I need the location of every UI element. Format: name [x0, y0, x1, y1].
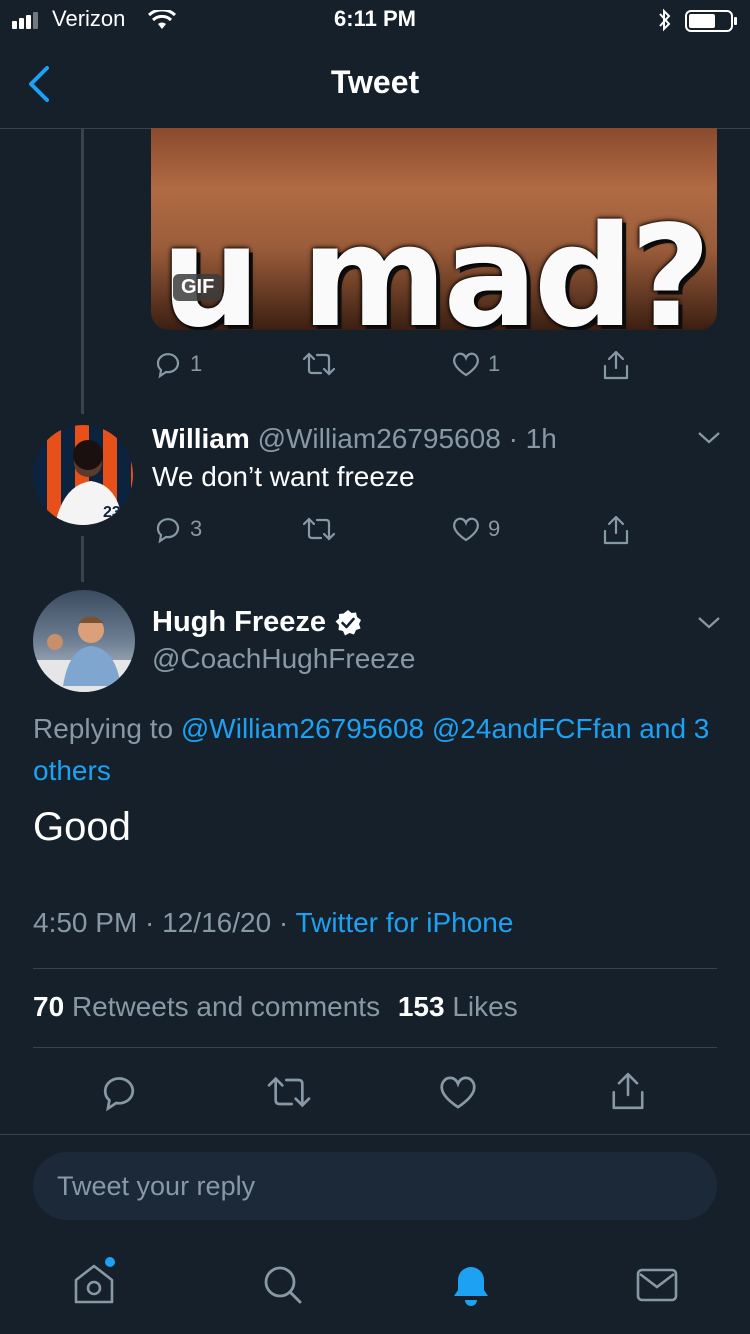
battery-icon: [685, 10, 737, 32]
verified-icon: [335, 609, 362, 635]
retweet-icon[interactable]: [265, 1070, 313, 1114]
like-button[interactable]: 9: [450, 513, 500, 545]
reply-placeholder: Tweet your reply: [57, 1170, 256, 1201]
timestamp: · 1h: [508, 423, 557, 454]
like-count: 9: [488, 516, 501, 541]
tweet-timestamp: 4:50 PM · 12/16/20 ·: [33, 907, 289, 938]
tab-search[interactable]: [258, 1256, 308, 1312]
tab-home[interactable]: [70, 1256, 120, 1312]
status-bar: Verizon 6:11 PM: [0, 0, 750, 40]
tweet-header: Hugh Freeze: [152, 606, 362, 639]
share-icon[interactable]: [606, 1068, 650, 1114]
gif-caption: u mad?: [160, 196, 711, 331]
share-icon: [603, 350, 629, 380]
like-button[interactable]: 1: [450, 348, 500, 380]
reply-count: 3: [190, 516, 203, 541]
divider: [0, 1134, 750, 1135]
replying-label: Replying to: [33, 713, 174, 744]
reply-count: 1: [190, 351, 203, 376]
share-button[interactable]: [599, 348, 633, 382]
thread-line: [81, 536, 84, 582]
like-icon[interactable]: [436, 1070, 480, 1114]
reply-icon: [156, 518, 180, 544]
tab-messages[interactable]: [632, 1256, 682, 1312]
notifications-icon: [454, 1267, 488, 1306]
reply-input[interactable]: Tweet your reply: [33, 1152, 717, 1220]
avatar[interactable]: 23: [33, 425, 133, 525]
tweet-stats: 70 Retweets and comments 153 Likes: [33, 991, 518, 1023]
share-button[interactable]: [599, 513, 633, 547]
coach-avatar-image: [33, 616, 135, 692]
nav-bar: Tweet: [0, 40, 750, 129]
gif-badge: GIF: [173, 274, 223, 301]
mention-link[interactable]: @William26795608: [181, 713, 424, 744]
source-link[interactable]: Twitter for iPhone: [296, 907, 514, 938]
avatar[interactable]: [33, 590, 135, 692]
handle[interactable]: @CoachHughFreeze: [152, 643, 415, 675]
share-icon: [603, 515, 629, 545]
tweet-text: We don’t want freeze: [152, 461, 415, 492]
handle[interactable]: @William26795608: [258, 423, 501, 454]
mention-link[interactable]: @24andFCFfan: [432, 713, 632, 744]
chevron-down-icon[interactable]: [694, 428, 724, 448]
player-avatar-image: 23: [55, 440, 123, 525]
svg-text:23: 23: [103, 504, 121, 521]
reply-icon: [156, 353, 180, 379]
like-icon: [453, 517, 479, 542]
tweet-meta: 4:50 PM · 12/16/20 · Twitter for iPhone: [33, 907, 513, 939]
like-label[interactable]: Likes: [452, 991, 517, 1022]
display-name[interactable]: William: [152, 423, 250, 454]
retweet-icon: [302, 352, 336, 376]
messages-icon: [636, 1268, 678, 1302]
divider: [33, 1047, 717, 1048]
chevron-down-icon[interactable]: [694, 613, 724, 633]
replying-to: Replying to @William26795608 @24andFCFfa…: [33, 708, 723, 792]
retweet-button[interactable]: [301, 348, 337, 380]
status-time: 6:11 PM: [334, 6, 416, 31]
like-icon: [453, 352, 479, 377]
reply-button[interactable]: 1: [152, 348, 202, 380]
retweet-icon: [302, 517, 336, 541]
bluetooth-icon: [659, 8, 671, 32]
like-count[interactable]: 153: [398, 991, 445, 1022]
page-title: Tweet: [330, 64, 420, 100]
like-count: 1: [488, 351, 501, 376]
reply-icon[interactable]: [97, 1070, 141, 1114]
tweet-gif[interactable]: u mad? GIF: [151, 128, 717, 330]
home-icon: [74, 1257, 115, 1304]
tab-notifications[interactable]: [446, 1256, 496, 1312]
tweet-text: Good: [33, 805, 131, 849]
divider: [33, 968, 717, 969]
reply-button[interactable]: 3: [152, 513, 202, 545]
search-icon: [264, 1266, 302, 1304]
display-name[interactable]: Hugh Freeze: [152, 606, 326, 639]
retweet-count[interactable]: 70: [33, 991, 64, 1022]
tweet-header: William @William26795608 · 1h: [152, 423, 557, 455]
retweet-button[interactable]: [301, 513, 337, 545]
retweet-label[interactable]: Retweets and comments: [72, 991, 380, 1022]
thread-line: [81, 129, 84, 414]
